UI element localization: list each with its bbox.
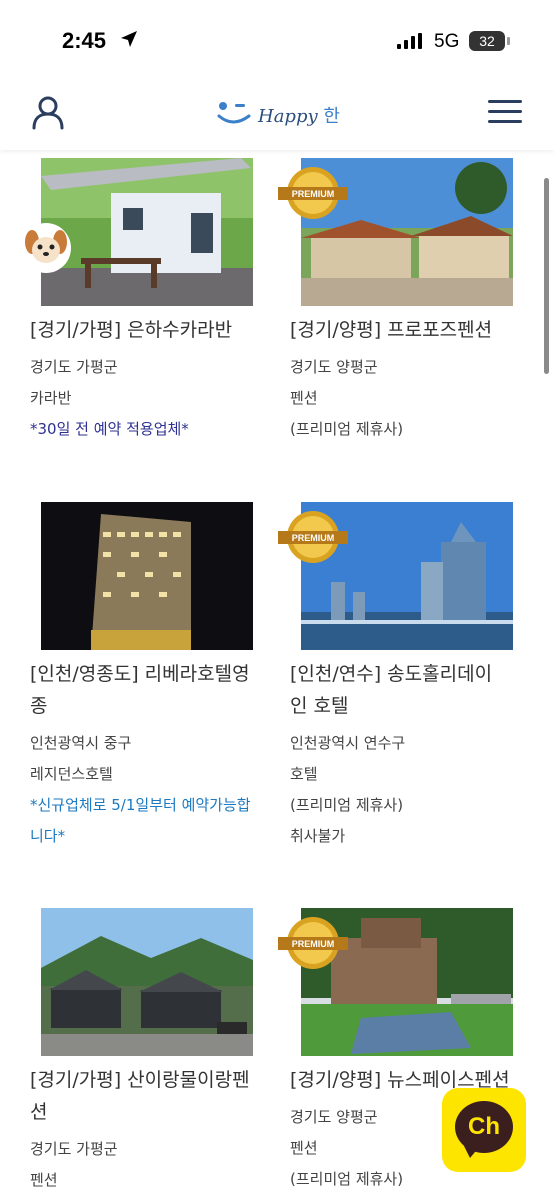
battery-icon: 32: [469, 31, 505, 51]
listing-type: 호텔: [290, 765, 318, 783]
logo-text[interactable]: Happy 한: [258, 102, 340, 128]
battery-tip: [507, 37, 510, 45]
listing-note: (프리미엄 제휴사): [290, 796, 404, 814]
listing-card[interactable]: PREMIUM [경기/양평] 프로포즈펜션 경기도 양평군 펜션 (프리미엄 …: [278, 158, 530, 445]
app-header: Happy 한: [0, 80, 554, 150]
network-type: 5G: [434, 31, 460, 52]
listing-title[interactable]: [경기/양평] 프로포즈펜션: [290, 314, 530, 346]
listing-region: 경기도 가평군: [30, 358, 118, 376]
status-bar: 2:45 5G 32: [0, 0, 554, 80]
scrollbar[interactable]: [544, 178, 549, 374]
listing-note: *신규업체로 5/1일부터 예약가능합 니다*: [30, 796, 251, 845]
listing-title[interactable]: [경기/가평] 산이랑물이랑펜 션: [30, 1064, 270, 1128]
premium-badge: PREMIUM: [278, 510, 348, 568]
listing-region: 인천광역시 중구: [30, 734, 132, 752]
listing-type: 카라반: [30, 389, 72, 407]
listing-title[interactable]: [인천/연수] 송도홀리데이 인 호텔: [290, 658, 530, 722]
chat-bubble-tail: [464, 1146, 480, 1158]
listing-card[interactable]: PREMIUM [인천/연수] 송도홀리데이 인 호텔 인천광역시 연수구 호텔…: [278, 502, 530, 852]
status-time: 2:45: [62, 28, 107, 53]
hamburger-menu-icon[interactable]: [488, 100, 522, 128]
listing-title[interactable]: [인천/영종도] 리베라호텔영 종: [30, 658, 270, 722]
listing-region: 경기도 가평군: [30, 1140, 118, 1158]
listing-note: (프리미엄 제휴사): [290, 420, 404, 438]
premium-badge-text: PREMIUM: [292, 533, 335, 543]
listing-note-cooking: 취사불가: [290, 827, 346, 845]
location-arrow-icon: [121, 31, 137, 47]
premium-badge: PREMIUM: [278, 916, 348, 974]
listing-region: 인천광역시 연수구: [290, 734, 406, 752]
listing-note: *30일 전 예약 적용업체*: [30, 420, 189, 438]
dog-icon: [20, 222, 72, 278]
kakao-channel-chat-button[interactable]: Ch: [442, 1088, 526, 1172]
premium-badge-text: PREMIUM: [292, 189, 335, 199]
listing-photo-mountain-pension[interactable]: [41, 908, 253, 1056]
listing-region: 경기도 양평군: [290, 358, 378, 376]
listing-card[interactable]: [경기/가평] 산이랑물이랑펜 션 경기도 가평군 펜션: [30, 908, 270, 1196]
listing-card[interactable]: [인천/영종도] 리베라호텔영 종 인천광역시 중구 레지던스호텔 *신규업체로…: [30, 502, 270, 852]
premium-badge-text: PREMIUM: [292, 939, 335, 949]
premium-badge: PREMIUM: [278, 166, 348, 224]
listing-photo-caravan[interactable]: [41, 158, 253, 306]
listing-photo-hotel-night[interactable]: [41, 502, 253, 650]
listing-type: 레지던스호텔: [30, 765, 113, 783]
listing-card[interactable]: [경기/가평] 은하수카라반 경기도 가평군 카라반 *30일 전 예약 적용업…: [21, 158, 270, 445]
listing-type: 펜션: [30, 1171, 58, 1189]
listing-type: 펜션: [290, 389, 318, 407]
cellular-signal-icon: [397, 33, 422, 49]
user-icon[interactable]: [30, 94, 66, 130]
listing-title[interactable]: [경기/가평] 은하수카라반: [30, 314, 270, 346]
